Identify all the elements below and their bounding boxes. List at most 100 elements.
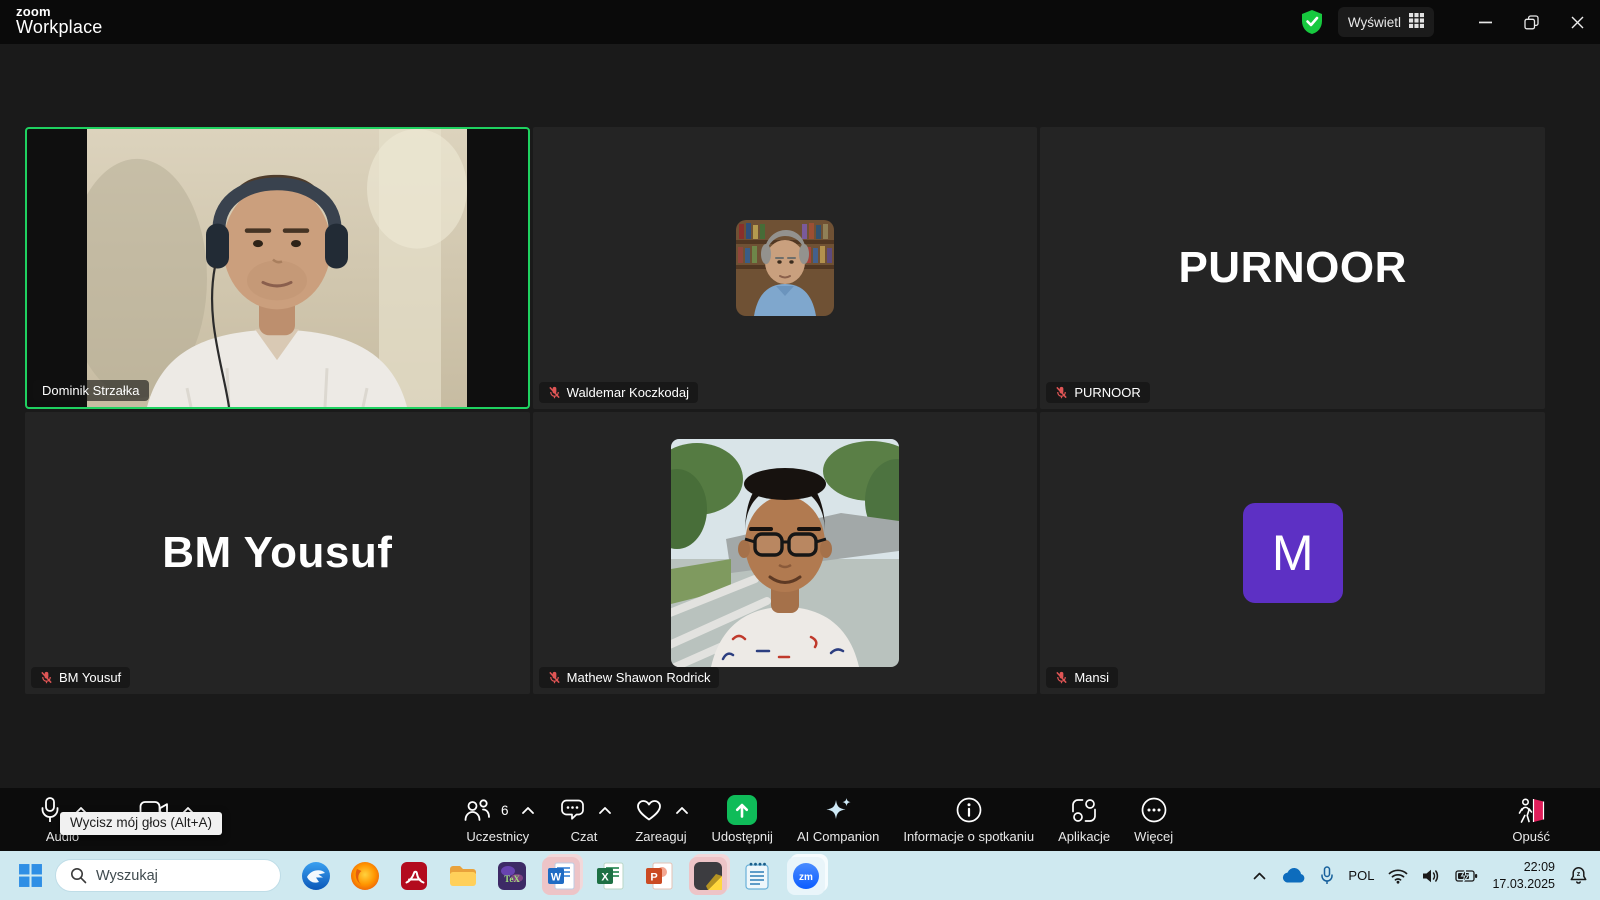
participant-name: Dominik Strzałka (42, 383, 140, 398)
titlebar: zoom Workplace Wyświetl (0, 0, 1600, 44)
windows-logo-icon (18, 863, 43, 888)
svg-text:z: z (1577, 871, 1581, 878)
muted-mic-icon (1055, 671, 1068, 684)
share-button-label: Udostępnij (712, 829, 773, 844)
taskbar-powerpoint-icon[interactable]: P (640, 857, 678, 895)
leave-button-label: Opuść (1512, 829, 1550, 844)
participant-name-pill: Mansi (1046, 667, 1118, 688)
taskbar-thunderbird-icon[interactable] (297, 857, 335, 895)
participant-tile-purnoor[interactable]: PURNOOR PURNOOR (1040, 127, 1545, 409)
restore-button[interactable] (1508, 0, 1554, 44)
muted-mic-icon (548, 671, 561, 684)
react-options-caret-icon[interactable] (676, 807, 688, 814)
svg-text:zm: zm (799, 872, 813, 883)
close-icon (1571, 16, 1584, 29)
taskbar-notepad-icon[interactable] (738, 857, 776, 895)
participant-display-name: BM Yousuf (162, 528, 392, 578)
ai-companion-label: AI Companion (797, 829, 879, 844)
heart-icon (635, 798, 663, 823)
taskbar-file-explorer-icon[interactable] (444, 857, 482, 895)
participant-name-pill: Waldemar Koczkodaj (539, 382, 698, 403)
participant-name: PURNOOR (1074, 385, 1140, 400)
participant-name: Mansi (1074, 670, 1109, 685)
taskbar-firefox-icon[interactable] (346, 857, 384, 895)
minimize-icon (1479, 21, 1492, 24)
notifications-dnd-bell-icon[interactable]: z (1569, 866, 1588, 885)
participant-name: Mathew Shawon Rodrick (567, 670, 711, 685)
microphone-in-use-icon[interactable] (1320, 866, 1334, 885)
share-screen-icon (727, 795, 757, 825)
taskbar-pinned-apps: TeX W X P zm (297, 857, 825, 895)
more-button[interactable]: Więcej (1122, 795, 1185, 844)
taskbar-texstudio-icon[interactable]: TeX (493, 857, 531, 895)
ai-companion-button[interactable]: AI Companion (785, 795, 891, 844)
system-tray: POL 22:09 17.03.2025 z (1253, 859, 1600, 892)
apps-button[interactable]: Aplikacje (1046, 795, 1122, 844)
volume-icon[interactable] (1422, 868, 1441, 884)
tray-overflow-chevron-icon[interactable] (1253, 872, 1266, 880)
participants-options-caret-icon[interactable] (522, 807, 534, 814)
participant-gallery: Dominik Strzałka (25, 127, 1545, 694)
muted-mic-icon (40, 671, 53, 684)
view-button-label: Wyświetl (1348, 15, 1401, 30)
meeting-info-label: Informacje o spotkaniu (903, 829, 1034, 844)
close-button[interactable] (1554, 0, 1600, 44)
chat-options-caret-icon[interactable] (599, 807, 611, 814)
zoom-workplace-logo: zoom Workplace (16, 4, 103, 38)
svg-text:X: X (601, 871, 609, 883)
share-screen-button[interactable]: Udostępnij (700, 795, 785, 844)
meeting-toolbar: Audio 6 Uczestnicy (0, 788, 1600, 851)
grid-view-icon (1409, 13, 1424, 31)
toolbar-right-group: Opuść (1500, 795, 1562, 844)
meeting-info-button[interactable]: Informacje o spotkaniu (891, 795, 1046, 844)
participant-tile-bm-yousuf[interactable]: BM Yousuf BM Yousuf (25, 412, 530, 694)
taskbar-notes-app-icon[interactable] (689, 857, 727, 895)
participant-name: BM Yousuf (59, 670, 121, 685)
windows-taskbar: TeX W X P zm (0, 851, 1600, 900)
clock-time: 22:09 (1492, 859, 1555, 875)
avatar: M (1243, 503, 1343, 603)
react-button[interactable]: Zareaguj (623, 795, 700, 844)
participants-icon (462, 797, 492, 823)
participant-tile-mansi[interactable]: M Mansi (1040, 412, 1545, 694)
apps-icon (1070, 797, 1098, 824)
leave-door-icon (1516, 796, 1546, 825)
ai-sparkle-icon (823, 796, 853, 824)
participant-name-pill: PURNOOR (1046, 382, 1149, 403)
more-icon (1140, 796, 1168, 824)
participant-name-pill: BM Yousuf (31, 667, 130, 688)
participant-tile-waldemar[interactable]: Waldemar Koczkodaj (533, 127, 1038, 409)
participant-name: Waldemar Koczkodaj (567, 385, 689, 400)
minimize-button[interactable] (1462, 0, 1508, 44)
participant-video (87, 129, 467, 407)
language-indicator[interactable]: POL (1348, 868, 1374, 883)
taskbar-search[interactable] (55, 859, 281, 892)
participant-name-pill: Mathew Shawon Rodrick (539, 667, 720, 688)
participant-display-name: PURNOOR (1178, 243, 1406, 293)
taskbar-zoom-icon[interactable]: zm (787, 857, 825, 895)
titlebar-right-controls: Wyświetl (1300, 0, 1600, 44)
apps-button-label: Aplikacje (1058, 829, 1110, 844)
participants-button-label: Uczestnicy (466, 829, 529, 844)
battery-icon[interactable] (1455, 869, 1478, 883)
chat-button[interactable]: Czat (546, 795, 623, 844)
taskbar-excel-icon[interactable]: X (591, 857, 629, 895)
taskbar-clock[interactable]: 22:09 17.03.2025 (1492, 859, 1555, 892)
security-shield-icon[interactable] (1300, 9, 1324, 35)
search-icon (70, 867, 87, 884)
chat-button-label: Czat (571, 829, 598, 844)
participants-button[interactable]: 6 Uczestnicy (450, 795, 546, 844)
participant-tile-mathew[interactable]: Mathew Shawon Rodrick (533, 412, 1038, 694)
taskbar-acrobat-icon[interactable] (395, 857, 433, 895)
more-button-label: Więcej (1134, 829, 1173, 844)
start-button[interactable] (18, 863, 43, 888)
onedrive-icon[interactable] (1280, 867, 1306, 884)
taskbar-word-icon[interactable]: W (542, 857, 580, 895)
search-input[interactable] (96, 868, 256, 884)
participant-tile-dominik[interactable]: Dominik Strzałka (25, 127, 530, 409)
wifi-icon[interactable] (1388, 868, 1408, 884)
view-button[interactable]: Wyświetl (1338, 7, 1434, 37)
participant-name-pill: Dominik Strzałka (33, 380, 149, 401)
svg-text:P: P (650, 871, 657, 883)
leave-meeting-button[interactable]: Opuść (1500, 795, 1562, 844)
